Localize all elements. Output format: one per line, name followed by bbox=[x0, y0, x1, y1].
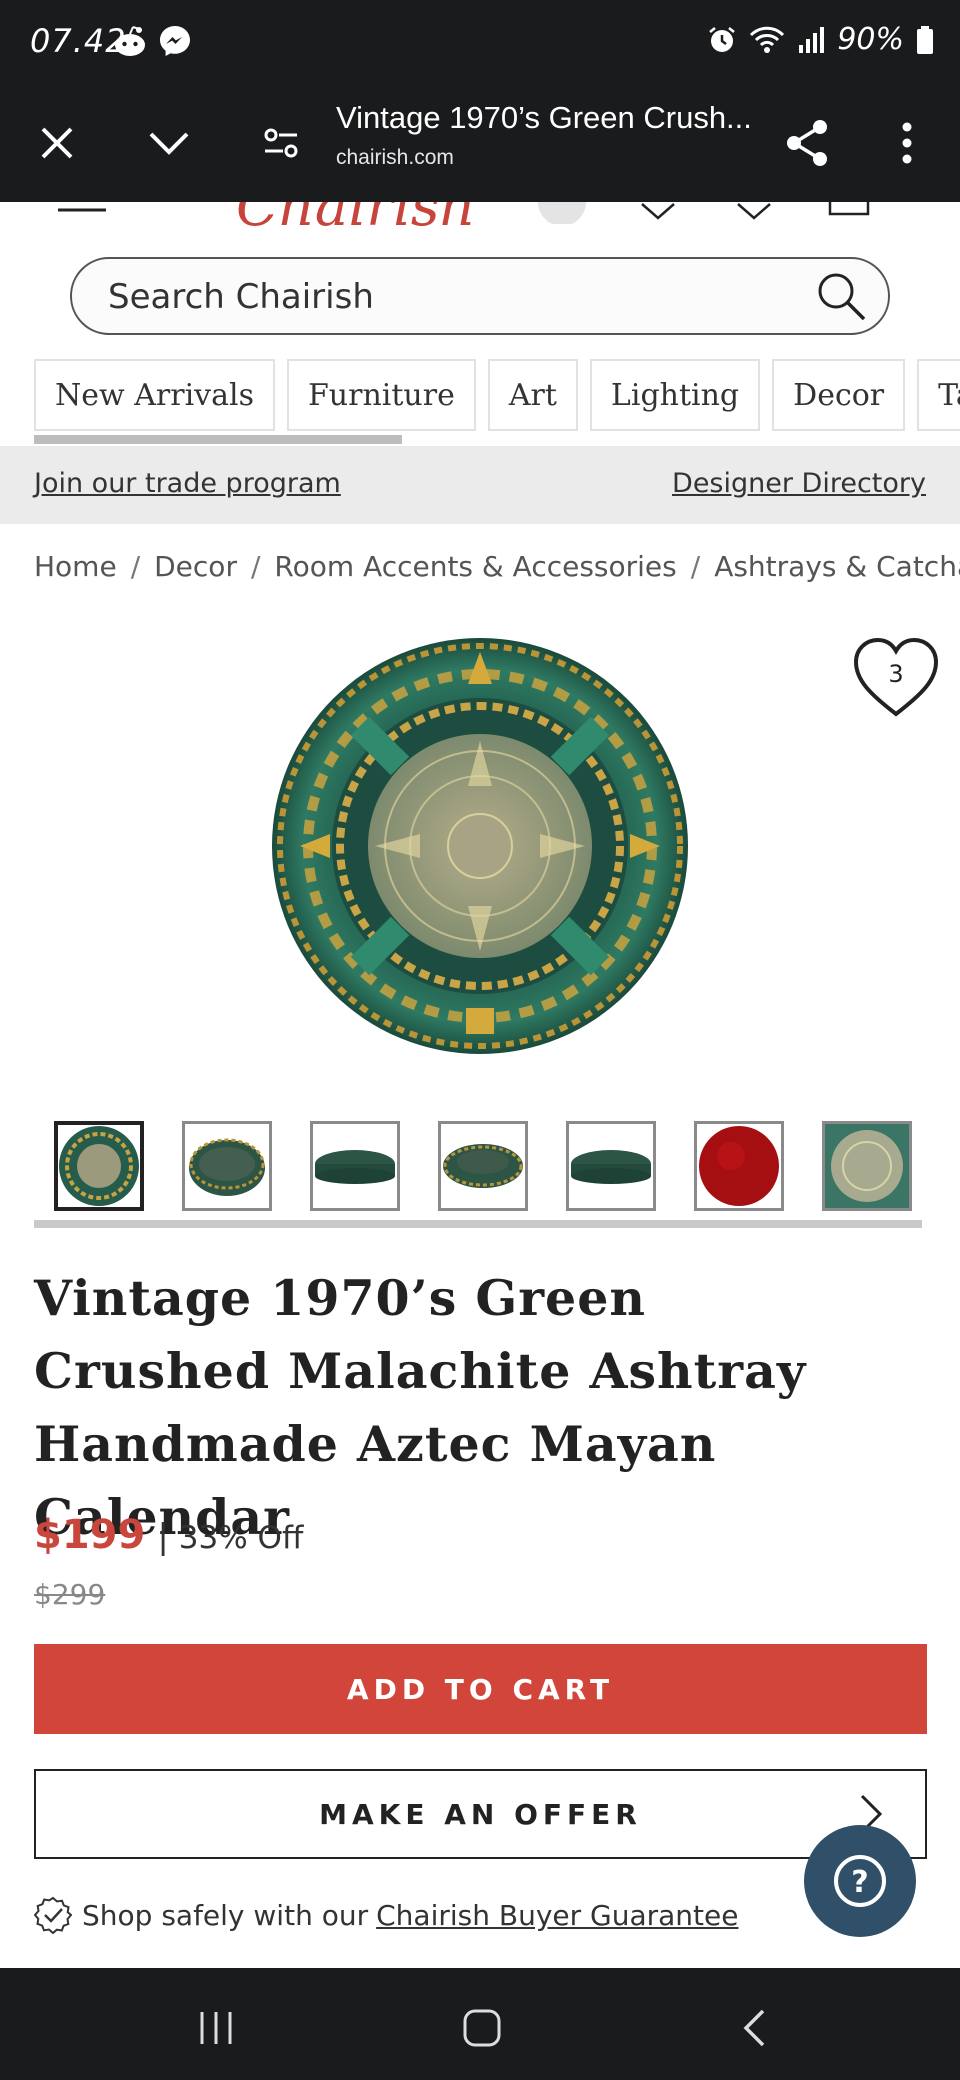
chairish-logo[interactable]: Chairish bbox=[236, 202, 476, 239]
battery-icon bbox=[917, 25, 933, 54]
breadcrumb-decor[interactable]: Decor bbox=[154, 550, 237, 583]
make-offer-button[interactable]: MAKE AN OFFER bbox=[34, 1769, 927, 1859]
original-price: $299 bbox=[34, 1578, 106, 1611]
add-to-cart-button[interactable]: ADD TO CART bbox=[34, 1644, 927, 1734]
page-url[interactable]: chairish.com bbox=[336, 146, 454, 170]
back-icon[interactable] bbox=[724, 1998, 784, 2058]
thumbnail-3[interactable] bbox=[310, 1121, 400, 1211]
close-icon[interactable] bbox=[22, 108, 92, 178]
favorites-icon[interactable] bbox=[640, 202, 676, 222]
messenger-icon bbox=[160, 26, 190, 56]
thumbnail-scrollbar[interactable] bbox=[34, 1220, 922, 1228]
browser-toolbar: Vintage 1970’s Green Crush... chairish.c… bbox=[0, 88, 960, 202]
favorite-count: 3 bbox=[888, 660, 904, 688]
thumbnail-1[interactable] bbox=[54, 1121, 144, 1211]
search-bar[interactable] bbox=[70, 257, 890, 335]
menu-icon[interactable] bbox=[58, 202, 106, 222]
page-title[interactable]: Vintage 1970’s Green Crush... bbox=[336, 100, 752, 136]
trade-program-link[interactable]: Join our trade program bbox=[34, 468, 341, 499]
thumbnail-strip bbox=[54, 1121, 914, 1211]
category-decor[interactable]: Decor bbox=[772, 359, 906, 431]
thumbnail-2[interactable] bbox=[182, 1121, 272, 1211]
home-icon[interactable] bbox=[452, 1998, 512, 2058]
breadcrumb-ashtrays[interactable]: Ashtrays & Catchalls bbox=[714, 550, 960, 583]
share-icon[interactable] bbox=[772, 108, 842, 178]
breadcrumb-separator: / bbox=[130, 550, 141, 583]
sale-price: $199 bbox=[34, 1512, 146, 1558]
category-furniture[interactable]: Furniture bbox=[286, 359, 476, 431]
product-title: Vintage 1970’s Green Crushed Malachite A… bbox=[34, 1269, 807, 1546]
reddit-icon bbox=[115, 26, 145, 56]
chevron-down-icon[interactable] bbox=[134, 108, 204, 178]
site-settings-icon[interactable] bbox=[246, 108, 316, 178]
thumbnail-6[interactable] bbox=[694, 1121, 784, 1211]
favorite-button[interactable]: 3 bbox=[852, 636, 940, 720]
category-lighting[interactable]: Lighting bbox=[589, 359, 761, 431]
thumbnail-4[interactable] bbox=[438, 1121, 528, 1211]
product-image[interactable] bbox=[270, 636, 690, 1056]
battery-percent: 90% bbox=[837, 22, 904, 57]
price-separator: | bbox=[157, 1517, 169, 1557]
guarantee-text: Shop safely with our bbox=[82, 1898, 369, 1932]
category-nav: New Arrivals Furniture Art Lighting Deco… bbox=[34, 359, 960, 431]
notifications-icon[interactable] bbox=[736, 202, 772, 222]
discount-label: 33% Off bbox=[178, 1520, 304, 1556]
status-bar: 07.42 90% bbox=[0, 0, 960, 88]
search-icon[interactable] bbox=[814, 269, 870, 325]
category-art[interactable]: Art bbox=[487, 359, 578, 431]
check-badge-icon bbox=[34, 1896, 72, 1934]
thumbnail-5[interactable] bbox=[566, 1121, 656, 1211]
search-input[interactable] bbox=[108, 275, 748, 319]
help-button[interactable]: ? bbox=[804, 1825, 916, 1937]
breadcrumb-home[interactable]: Home bbox=[34, 550, 117, 583]
wifi-icon bbox=[750, 26, 785, 53]
thumbnail-7[interactable] bbox=[822, 1121, 912, 1211]
account-icon[interactable] bbox=[536, 202, 588, 224]
more-vert-icon[interactable] bbox=[872, 108, 942, 178]
help-icon[interactable]: ? bbox=[832, 1853, 888, 1909]
breadcrumb: Home / Decor / Room Accents & Accessorie… bbox=[34, 550, 960, 583]
recent-apps-icon[interactable] bbox=[186, 1998, 246, 2058]
buyer-guarantee: Shop safely with our Chairish Buyer Guar… bbox=[34, 1896, 738, 1934]
signal-icon bbox=[799, 26, 825, 53]
site-header: Chairish bbox=[0, 202, 960, 240]
price-row: $199 | 33% Off bbox=[34, 1512, 303, 1558]
breadcrumb-separator: / bbox=[250, 550, 261, 583]
system-nav-bar bbox=[0, 1968, 960, 2080]
help-icon-glyph: ? bbox=[851, 1865, 868, 1900]
category-tabletop[interactable]: Ta bbox=[917, 359, 960, 431]
breadcrumb-separator: / bbox=[690, 550, 701, 583]
trade-banner: Join our trade program Designer Director… bbox=[0, 446, 960, 524]
category-scrollbar[interactable] bbox=[34, 435, 402, 444]
cart-icon[interactable] bbox=[828, 202, 870, 222]
category-new-arrivals[interactable]: New Arrivals bbox=[34, 359, 275, 431]
alarm-icon bbox=[709, 26, 736, 52]
guarantee-link[interactable]: Chairish Buyer Guarantee bbox=[376, 1899, 738, 1932]
breadcrumb-room-accents[interactable]: Room Accents & Accessories bbox=[274, 550, 676, 583]
designer-directory-link[interactable]: Designer Directory bbox=[672, 468, 926, 499]
